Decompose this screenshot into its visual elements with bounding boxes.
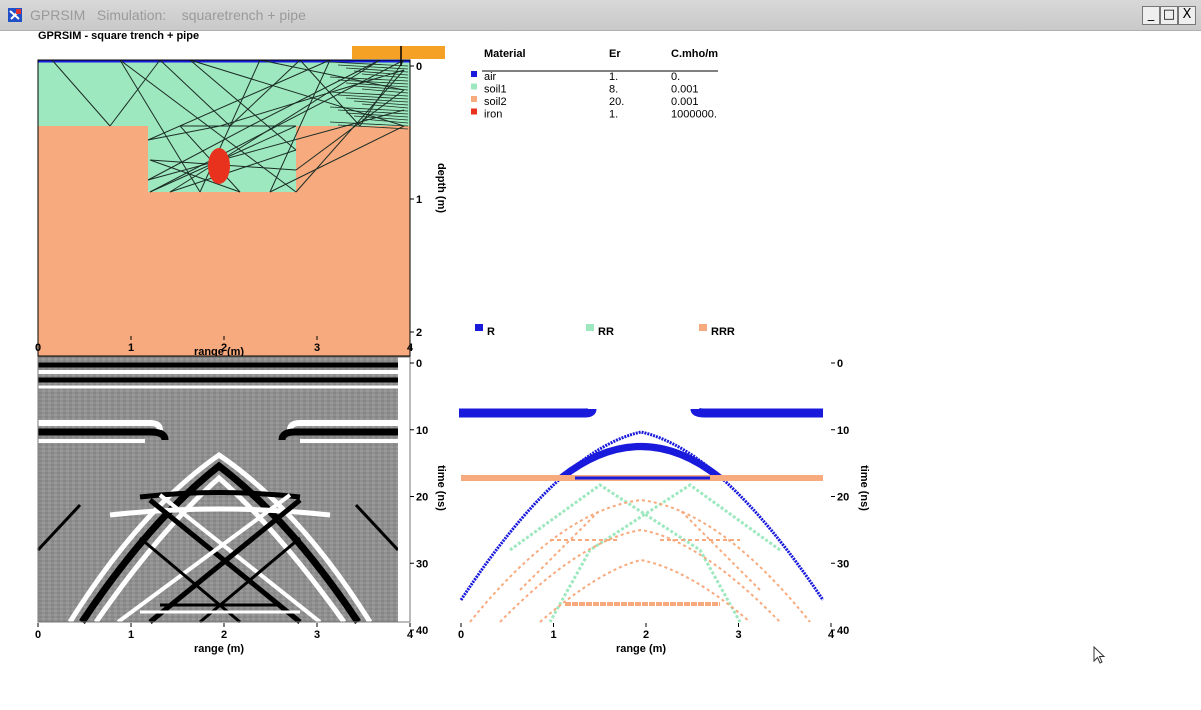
radargram-ylabel: time (ns) — [435, 465, 447, 511]
legend-label: R — [487, 326, 495, 338]
traveltime-x-tick-label: 2 — [643, 629, 649, 641]
plot-canvas: 0 1 2 3 4 0 1 2 range (m) depth (m) Material E… — [35, 46, 870, 655]
iron-pipe — [208, 148, 230, 184]
model-y-tick-label: 0 — [416, 61, 422, 73]
traveltime-y-tick-label: 0 — [837, 358, 843, 370]
close-button[interactable]: X — [1178, 6, 1196, 25]
mouse-cursor-icon — [1093, 646, 1106, 664]
radargram-right-margin — [398, 357, 410, 622]
material-header: Material — [484, 48, 526, 60]
er-header: Er — [609, 48, 621, 60]
traveltime-xlabel: range (m) — [616, 643, 666, 655]
radar-x-tick-label: 4 — [407, 629, 414, 641]
material-name: iron — [484, 109, 502, 121]
material-table: Material Er C.mho/m air 1. 0. soil1 8. 0.001 s… — [471, 48, 718, 121]
legend-label: RR — [598, 326, 614, 338]
legend-swatch — [586, 324, 594, 331]
traveltime-y-tick-label: 40 — [837, 625, 849, 637]
model-y-tick-label: 1 — [416, 194, 422, 206]
traveltime-curve — [459, 407, 597, 418]
model-y-tick-label: 2 — [416, 327, 422, 339]
traveltime-x-tick-label: 3 — [735, 629, 741, 641]
radargram-plot: 0 1 2 3 4 0 10 20 30 40 range (m) time (ns) — [35, 356, 447, 655]
model-plot: 01234 012 range (m) depth (m) — [35, 46, 447, 358]
material-name: soil2 — [484, 96, 507, 108]
traveltime-x-tick-label: 1 — [550, 629, 556, 641]
legend-swatch — [699, 324, 707, 331]
traveltime-y-tick-label: 30 — [837, 558, 849, 570]
radar-y-tick-label: 10 — [416, 425, 428, 437]
legend: R RR RRR — [475, 324, 735, 338]
radar-y-tick-label: 0 — [416, 358, 422, 370]
window-title: GPRSIM Simulation: squaretrench + pipe — [30, 7, 306, 23]
traveltime-ylabel: time (ns) — [858, 465, 870, 511]
material-conductivity: 0.001 — [671, 84, 699, 96]
material-swatch — [471, 96, 477, 102]
material-swatch — [471, 108, 477, 115]
radar-y-tick-label: 20 — [416, 492, 428, 504]
traveltime-y-tick-label: 10 — [837, 425, 849, 437]
material-er: 20. — [609, 96, 624, 108]
maximize-button[interactable]: □ — [1160, 6, 1178, 25]
material-er: 8. — [609, 84, 618, 96]
traveltime-x-tick-label: 4 — [828, 629, 835, 641]
model-x-tick-label: 0 — [35, 342, 41, 354]
traveltime-area — [461, 361, 831, 628]
app-icon — [8, 8, 22, 22]
radargram-xlabel: range (m) — [194, 643, 244, 655]
minimize-button[interactable]: _ — [1142, 6, 1160, 25]
radar-y-tick-label: 30 — [416, 558, 428, 570]
antenna-bar — [352, 46, 445, 59]
model-x-tick-label: 4 — [407, 342, 414, 354]
material-swatch — [471, 71, 477, 77]
material-conductivity: 1000000. — [671, 109, 717, 121]
legend-swatch — [475, 324, 483, 331]
model-xlabel: range (m) — [194, 346, 244, 358]
radar-x-tick-label: 3 — [314, 629, 320, 641]
material-name: air — [484, 71, 497, 83]
material-er: 1. — [609, 71, 618, 83]
model-x-tick-label: 3 — [314, 342, 320, 354]
material-conductivity: 0. — [671, 71, 680, 83]
legend-label: RRR — [711, 326, 735, 338]
traveltime-y-tick-label: 20 — [837, 492, 849, 504]
material-er: 1. — [609, 109, 618, 121]
conductivity-header: C.mho/m — [671, 48, 718, 60]
radar-y-tick-label: 40 — [416, 625, 428, 637]
traveltime-plot: R RR RRR 01234 010203040 range (m) time (n… — [458, 324, 870, 655]
traveltime-curve — [690, 407, 823, 418]
radar-x-tick-label: 1 — [128, 629, 134, 641]
material-name: soil1 — [484, 84, 507, 96]
radar-x-tick-label: 0 — [35, 629, 41, 641]
traveltime-x-tick-label: 0 — [458, 629, 464, 641]
material-swatch — [471, 83, 477, 90]
title-bar: GPRSIM Simulation: squaretrench + pipe _… — [0, 0, 1201, 31]
model-ylabel: depth (m) — [435, 163, 447, 213]
material-conductivity: 0.001 — [671, 96, 699, 108]
model-x-tick-label: 1 — [128, 342, 134, 354]
radar-x-tick-label: 2 — [221, 629, 227, 641]
